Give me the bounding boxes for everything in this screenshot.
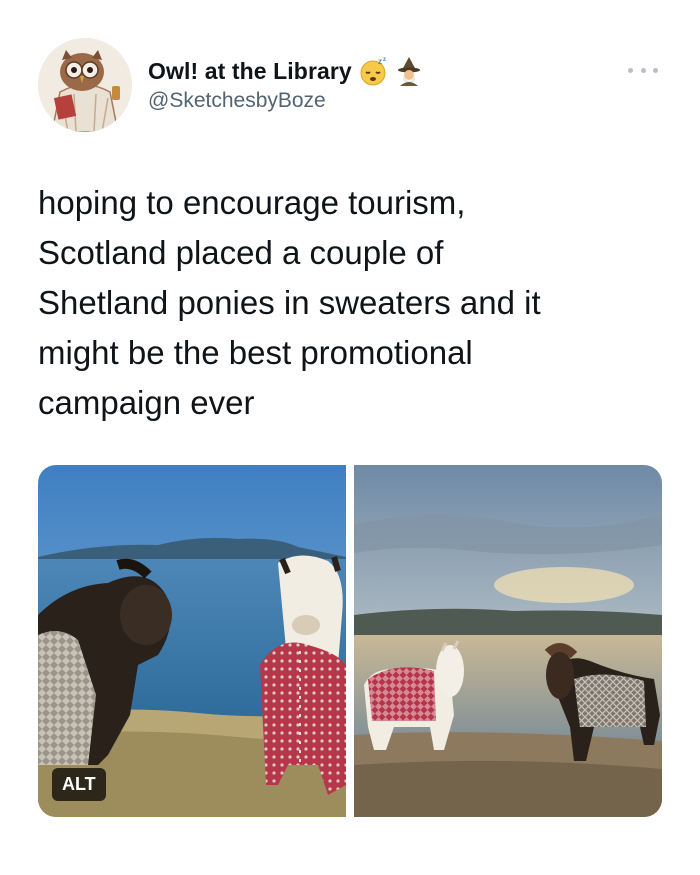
display-name-row: Owl! at the Library z z xyxy=(148,56,424,86)
alt-badge[interactable]: ALT xyxy=(52,768,106,801)
more-dot xyxy=(653,67,658,73)
more-options-icon[interactable] xyxy=(628,64,658,76)
author-names: Owl! at the Library z z @SketchesbyBoze xyxy=(148,56,424,113)
svg-text:z: z xyxy=(383,57,386,63)
pony-photo-sunset[interactable] xyxy=(354,465,662,817)
media-grid: ALT xyxy=(38,465,662,817)
tweet-text: hoping to encourage tourism, Scotland pl… xyxy=(38,184,541,421)
display-name[interactable]: Owl! at the Library xyxy=(148,58,352,85)
author-handle[interactable]: @SketchesbyBoze xyxy=(148,89,424,113)
more-dot xyxy=(640,67,646,73)
pony-photo-seaside[interactable]: ALT xyxy=(38,465,346,817)
sleeping-face-icon: z z xyxy=(358,56,388,86)
more-dot xyxy=(628,67,633,73)
tweet-header: Owl! at the Library z z @SketchesbyBoze xyxy=(38,38,662,138)
svg-text:z: z xyxy=(378,57,382,66)
mage-icon xyxy=(394,56,424,86)
tweet-card: Owl! at the Library z z @SketchesbyBoze … xyxy=(0,0,700,875)
avatar[interactable] xyxy=(38,38,132,132)
